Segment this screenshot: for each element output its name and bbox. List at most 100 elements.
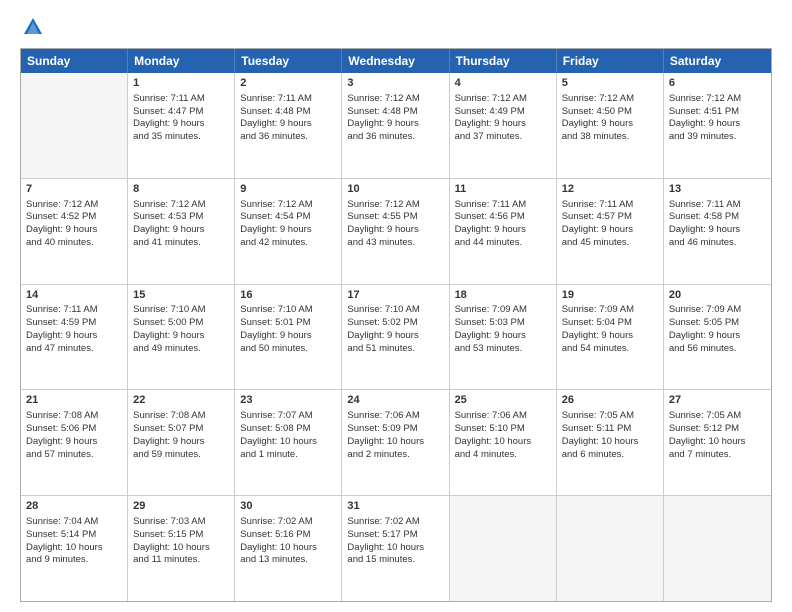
- calendar-cell: 11 Sunrise: 7:11 AM Sunset: 4:56 PM Dayli…: [450, 179, 557, 284]
- calendar-cell: 13 Sunrise: 7:11 AM Sunset: 4:58 PM Dayli…: [664, 179, 771, 284]
- day-number: 24: [347, 393, 443, 408]
- day-number: 30: [240, 499, 336, 514]
- calendar-cell: 23 Sunrise: 7:07 AM Sunset: 5:08 PM Dayli…: [235, 390, 342, 495]
- calendar-cell: 18Sunrise: 7:09 AM Sunset: 5:03 PM Dayli…: [450, 285, 557, 390]
- calendar-row: 28 Sunrise: 7:04 AM Sunset: 5:14 PM Dayli…: [21, 496, 771, 601]
- day-info: Sunrise: 7:10 AM Sunset: 5:02 PM Dayligh…: [347, 304, 419, 353]
- calendar-cell: 31 Sunrise: 7:02 AM Sunset: 5:17 PM Dayli…: [342, 496, 449, 601]
- calendar-cell: 12 Sunrise: 7:11 AM Sunset: 4:57 PM Dayli…: [557, 179, 664, 284]
- day-number: 20: [669, 288, 766, 303]
- day-number: 25: [455, 393, 551, 408]
- header-day-friday: Friday: [557, 49, 664, 73]
- calendar-cell: 3Sunrise: 7:12 AM Sunset: 4:48 PM Daylig…: [342, 73, 449, 178]
- day-number: 16: [240, 288, 336, 303]
- calendar-row: 1 Sunrise: 7:11 AM Sunset: 4:47 PM Daylig…: [21, 73, 771, 179]
- day-number: 31: [347, 499, 443, 514]
- calendar-cell: 9Sunrise: 7:12 AM Sunset: 4:54 PM Daylig…: [235, 179, 342, 284]
- day-info: Sunrise: 7:12 AM Sunset: 4:52 PM Dayligh…: [26, 199, 98, 248]
- day-number: 19: [562, 288, 658, 303]
- day-info: Sunrise: 7:10 AM Sunset: 5:01 PM Dayligh…: [240, 304, 312, 353]
- day-number: 13: [669, 182, 766, 197]
- calendar-cell: 19Sunrise: 7:09 AM Sunset: 5:04 PM Dayli…: [557, 285, 664, 390]
- logo-icon: [22, 16, 44, 38]
- day-number: 23: [240, 393, 336, 408]
- day-number: 18: [455, 288, 551, 303]
- day-number: 10: [347, 182, 443, 197]
- calendar-cell: [21, 73, 128, 178]
- day-number: 27: [669, 393, 766, 408]
- day-number: 26: [562, 393, 658, 408]
- day-number: 21: [26, 393, 122, 408]
- day-number: 5: [562, 76, 658, 91]
- calendar-body: 1 Sunrise: 7:11 AM Sunset: 4:47 PM Daylig…: [21, 73, 771, 601]
- day-info: Sunrise: 7:03 AM Sunset: 5:15 PM Dayligh…: [133, 516, 210, 565]
- header-day-wednesday: Wednesday: [342, 49, 449, 73]
- day-info: Sunrise: 7:11 AM Sunset: 4:57 PM Dayligh…: [562, 199, 634, 248]
- calendar-header: SundayMondayTuesdayWednesdayThursdayFrid…: [21, 49, 771, 73]
- day-number: 3: [347, 76, 443, 91]
- day-info: Sunrise: 7:02 AM Sunset: 5:16 PM Dayligh…: [240, 516, 317, 565]
- day-number: 28: [26, 499, 122, 514]
- day-number: 12: [562, 182, 658, 197]
- calendar-row: 7 Sunrise: 7:12 AM Sunset: 4:52 PM Daylig…: [21, 179, 771, 285]
- day-info: Sunrise: 7:12 AM Sunset: 4:50 PM Dayligh…: [562, 93, 634, 142]
- calendar-cell: 1 Sunrise: 7:11 AM Sunset: 4:47 PM Daylig…: [128, 73, 235, 178]
- header-day-tuesday: Tuesday: [235, 49, 342, 73]
- header-day-monday: Monday: [128, 49, 235, 73]
- calendar-cell: 17Sunrise: 7:10 AM Sunset: 5:02 PM Dayli…: [342, 285, 449, 390]
- day-info: Sunrise: 7:12 AM Sunset: 4:54 PM Dayligh…: [240, 199, 312, 248]
- day-info: Sunrise: 7:04 AM Sunset: 5:14 PM Dayligh…: [26, 516, 103, 565]
- day-info: Sunrise: 7:02 AM Sunset: 5:17 PM Dayligh…: [347, 516, 424, 565]
- calendar-cell: 6Sunrise: 7:12 AM Sunset: 4:51 PM Daylig…: [664, 73, 771, 178]
- day-number: 15: [133, 288, 229, 303]
- day-number: 7: [26, 182, 122, 197]
- day-number: 8: [133, 182, 229, 197]
- day-info: Sunrise: 7:05 AM Sunset: 5:11 PM Dayligh…: [562, 410, 639, 459]
- day-info: Sunrise: 7:11 AM Sunset: 4:48 PM Dayligh…: [240, 93, 312, 142]
- day-info: Sunrise: 7:06 AM Sunset: 5:09 PM Dayligh…: [347, 410, 424, 459]
- day-info: Sunrise: 7:11 AM Sunset: 4:58 PM Dayligh…: [669, 199, 741, 248]
- calendar-cell: [557, 496, 664, 601]
- calendar-cell: 5 Sunrise: 7:12 AM Sunset: 4:50 PM Daylig…: [557, 73, 664, 178]
- header-day-saturday: Saturday: [664, 49, 771, 73]
- day-info: Sunrise: 7:07 AM Sunset: 5:08 PM Dayligh…: [240, 410, 317, 459]
- calendar-cell: 2 Sunrise: 7:11 AM Sunset: 4:48 PM Daylig…: [235, 73, 342, 178]
- calendar-cell: [450, 496, 557, 601]
- calendar-cell: 16Sunrise: 7:10 AM Sunset: 5:01 PM Dayli…: [235, 285, 342, 390]
- day-info: Sunrise: 7:11 AM Sunset: 4:56 PM Dayligh…: [455, 199, 527, 248]
- calendar-cell: 15Sunrise: 7:10 AM Sunset: 5:00 PM Dayli…: [128, 285, 235, 390]
- calendar-cell: 8 Sunrise: 7:12 AM Sunset: 4:53 PM Daylig…: [128, 179, 235, 284]
- day-number: 2: [240, 76, 336, 91]
- day-info: Sunrise: 7:09 AM Sunset: 5:03 PM Dayligh…: [455, 304, 527, 353]
- calendar-cell: 7 Sunrise: 7:12 AM Sunset: 4:52 PM Daylig…: [21, 179, 128, 284]
- day-number: 17: [347, 288, 443, 303]
- day-number: 1: [133, 76, 229, 91]
- calendar-cell: 22 Sunrise: 7:08 AM Sunset: 5:07 PM Dayli…: [128, 390, 235, 495]
- day-info: Sunrise: 7:05 AM Sunset: 5:12 PM Dayligh…: [669, 410, 746, 459]
- page: SundayMondayTuesdayWednesdayThursdayFrid…: [0, 0, 792, 612]
- calendar-cell: 24 Sunrise: 7:06 AM Sunset: 5:09 PM Dayli…: [342, 390, 449, 495]
- calendar: SundayMondayTuesdayWednesdayThursdayFrid…: [20, 48, 772, 602]
- header: [20, 16, 772, 38]
- calendar-cell: 25Sunrise: 7:06 AM Sunset: 5:10 PM Dayli…: [450, 390, 557, 495]
- day-number: 11: [455, 182, 551, 197]
- day-info: Sunrise: 7:12 AM Sunset: 4:49 PM Dayligh…: [455, 93, 527, 142]
- day-number: 29: [133, 499, 229, 514]
- calendar-cell: 29 Sunrise: 7:03 AM Sunset: 5:15 PM Dayli…: [128, 496, 235, 601]
- logo: [20, 16, 44, 38]
- calendar-cell: [664, 496, 771, 601]
- header-day-thursday: Thursday: [450, 49, 557, 73]
- day-info: Sunrise: 7:08 AM Sunset: 5:07 PM Dayligh…: [133, 410, 205, 459]
- day-number: 4: [455, 76, 551, 91]
- calendar-cell: 26 Sunrise: 7:05 AM Sunset: 5:11 PM Dayli…: [557, 390, 664, 495]
- day-info: Sunrise: 7:12 AM Sunset: 4:53 PM Dayligh…: [133, 199, 205, 248]
- day-number: 14: [26, 288, 122, 303]
- calendar-row: 21Sunrise: 7:08 AM Sunset: 5:06 PM Dayli…: [21, 390, 771, 496]
- day-info: Sunrise: 7:11 AM Sunset: 4:59 PM Dayligh…: [26, 304, 98, 353]
- day-number: 22: [133, 393, 229, 408]
- calendar-cell: 14Sunrise: 7:11 AM Sunset: 4:59 PM Dayli…: [21, 285, 128, 390]
- calendar-row: 14Sunrise: 7:11 AM Sunset: 4:59 PM Dayli…: [21, 285, 771, 391]
- calendar-cell: 21Sunrise: 7:08 AM Sunset: 5:06 PM Dayli…: [21, 390, 128, 495]
- day-info: Sunrise: 7:09 AM Sunset: 5:04 PM Dayligh…: [562, 304, 634, 353]
- day-info: Sunrise: 7:11 AM Sunset: 4:47 PM Dayligh…: [133, 93, 205, 142]
